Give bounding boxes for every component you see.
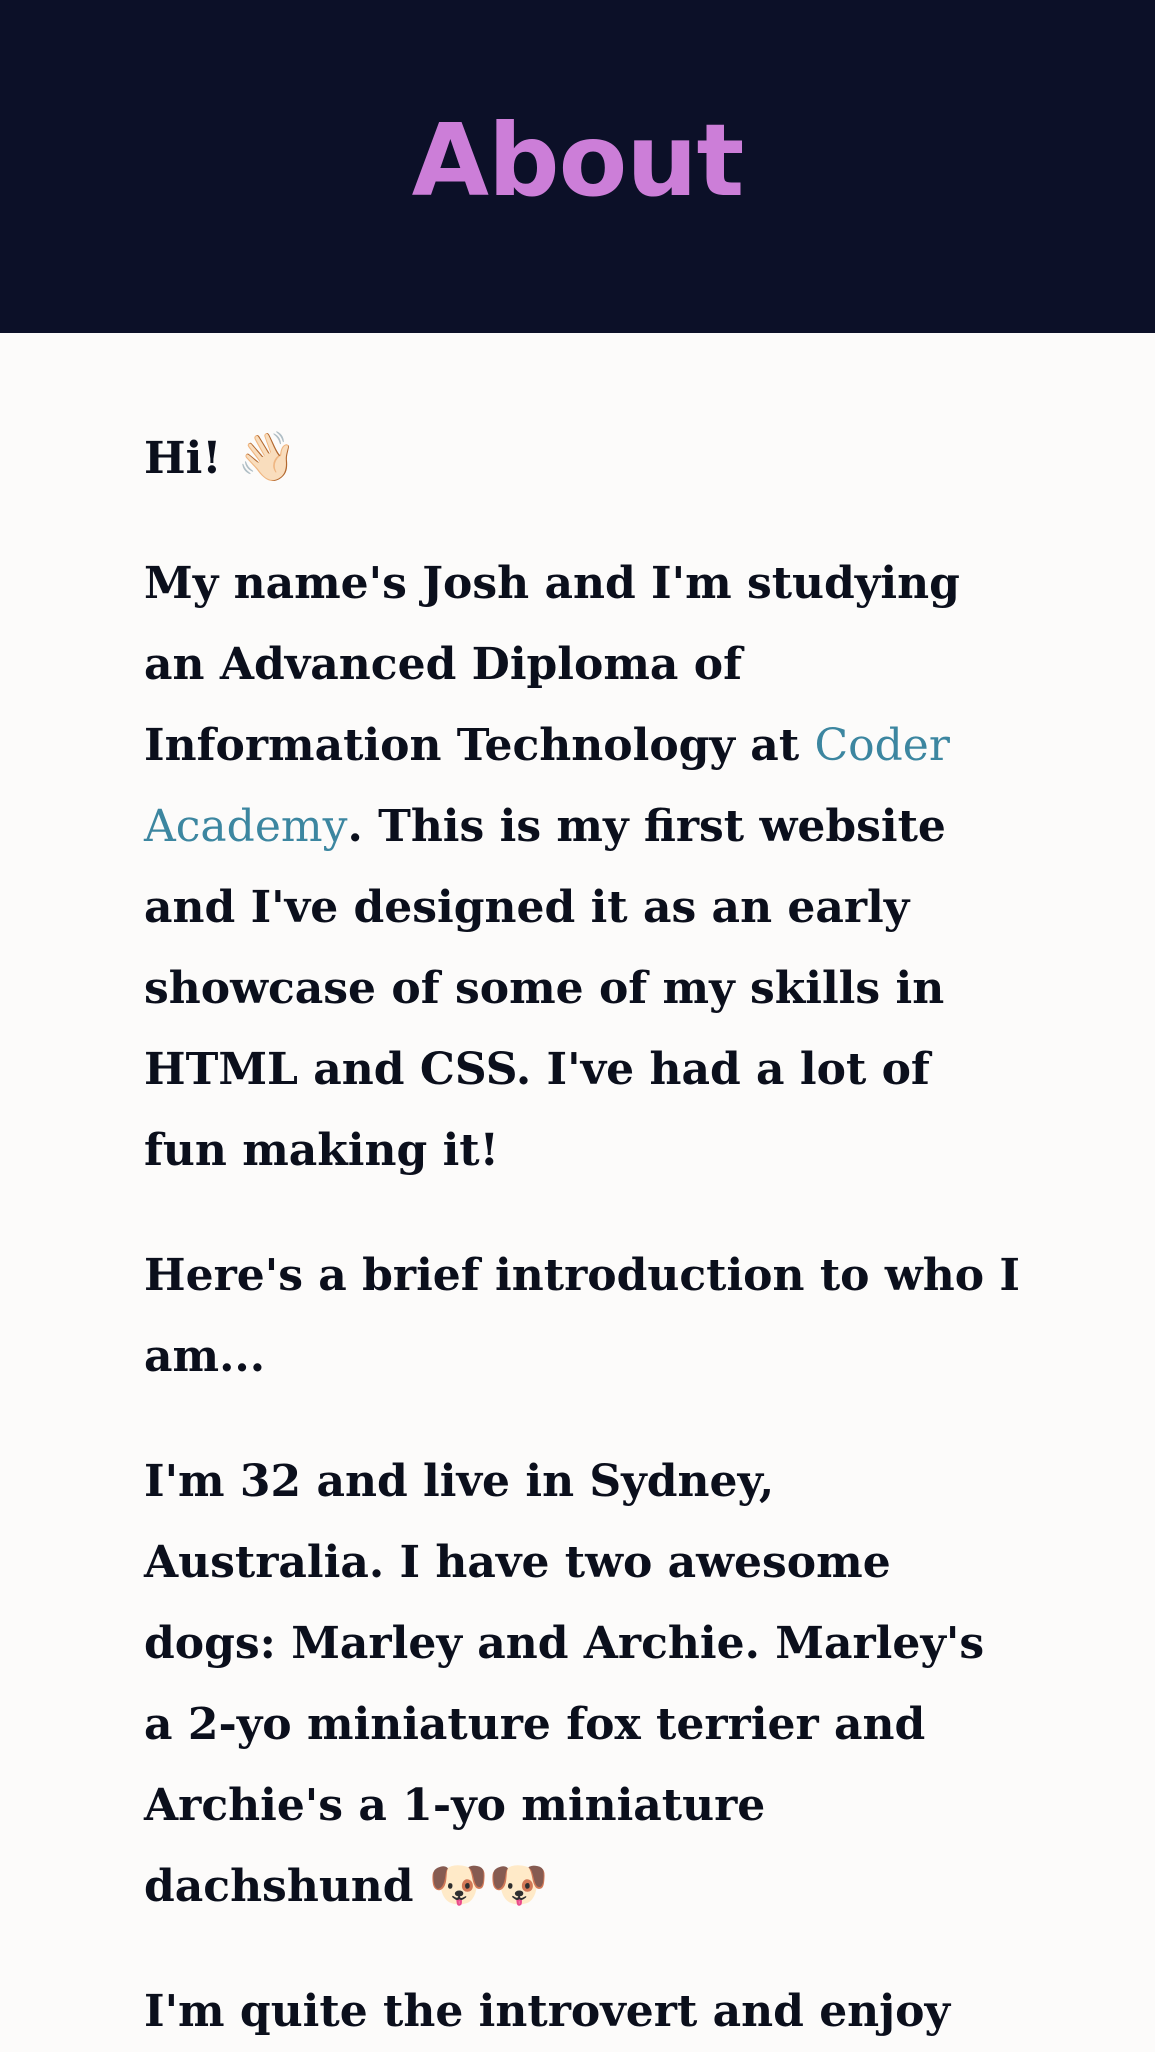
page-header: About bbox=[0, 0, 1155, 333]
intro-paragraph: My name's Josh and I'm studying an Advan… bbox=[144, 543, 1025, 1191]
about-dogs-paragraph: I'm 32 and live in Sydney, Australia. I … bbox=[144, 1441, 1025, 1927]
dog-face-icon: 🐶 bbox=[488, 1857, 549, 1913]
greeting-paragraph: Hi! 👋🏻 bbox=[144, 418, 1025, 499]
intro-text-after-link: . This is my first website and I've desi… bbox=[144, 801, 946, 1176]
about-content: Hi! 👋🏻 My name's Josh and I'm studying a… bbox=[0, 333, 1155, 2052]
introvert-paragraph: I'm quite the introvert and enjoy bbox=[144, 1986, 951, 2037]
waving-hand-icon: 👋🏻 bbox=[236, 429, 297, 485]
greeting-text: Hi! bbox=[144, 433, 222, 484]
page-title: About bbox=[411, 102, 745, 219]
about-dogs-text: I'm 32 and live in Sydney, Australia. I … bbox=[144, 1456, 985, 1912]
dog-face-icon: 🐶 bbox=[428, 1857, 489, 1913]
brief-intro-paragraph: Here's a brief introduction to who I am.… bbox=[144, 1250, 1020, 1382]
